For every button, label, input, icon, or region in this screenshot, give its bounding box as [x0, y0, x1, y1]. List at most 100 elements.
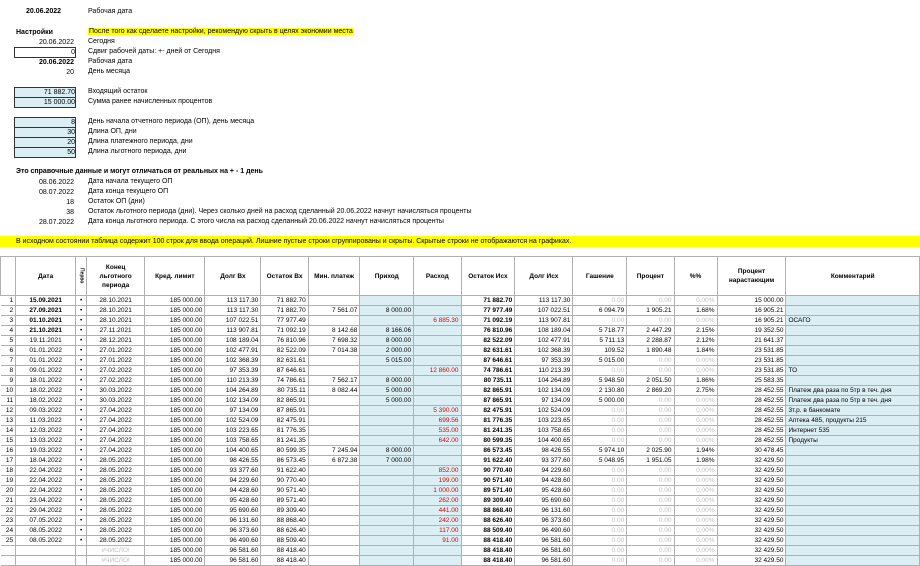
interest-cumulative-cell[interactable]: 28 452.55 — [716, 395, 787, 406]
comment-cell[interactable] — [785, 305, 920, 316]
balance-in-cell[interactable]: 88 418.40 — [260, 555, 309, 566]
date-cell[interactable]: 27.09.2021 — [15, 305, 77, 316]
grace-end-cell[interactable]: 28.10.2021 — [86, 295, 146, 306]
repayment-cell[interactable]: 5 711.13 — [572, 335, 628, 346]
min-payment-cell[interactable] — [307, 395, 361, 406]
repayment-cell[interactable]: 5 718.77 — [572, 325, 628, 336]
credit-limit-cell[interactable]: 185 000.00 — [144, 515, 206, 526]
first-flag-cell[interactable]: • — [75, 465, 88, 476]
date-cell[interactable]: 13.03.2022 — [15, 435, 77, 446]
balance-in-cell[interactable]: 90 770.40 — [260, 475, 309, 486]
interest-cell[interactable]: 0.00 — [626, 295, 675, 306]
date-cell[interactable]: 01.01.2022 — [15, 345, 77, 356]
balance-out-cell[interactable]: 87 865.91 — [460, 395, 516, 406]
credit-limit-cell[interactable]: 185 000.00 — [144, 465, 206, 476]
balance-in-cell[interactable]: 89 309.40 — [260, 505, 309, 516]
income-cell[interactable] — [359, 475, 415, 486]
balance-out-cell[interactable]: 71 092.19 — [460, 315, 516, 326]
expense-cell[interactable] — [413, 455, 462, 466]
debt-in-cell[interactable]: 96 581.60 — [204, 545, 262, 556]
expense-cell[interactable] — [413, 335, 462, 346]
comment-cell[interactable]: 3т.р. в банкомате — [785, 405, 920, 416]
col-header[interactable]: Остаток Исх — [460, 256, 516, 296]
interest-cumulative-cell[interactable]: 23 531.85 — [716, 345, 787, 356]
comment-cell[interactable] — [785, 355, 920, 366]
min-payment-cell[interactable] — [307, 495, 361, 506]
interest-percent-cell[interactable]: 0.00% — [673, 525, 718, 536]
interest-cell[interactable]: 2 025.90 — [626, 445, 675, 456]
expense-cell[interactable] — [413, 445, 462, 456]
col-header[interactable]: Расход — [413, 256, 462, 296]
repayment-cell[interactable]: 0.00 — [572, 535, 628, 546]
interest-cell[interactable]: 0.00 — [626, 495, 675, 506]
interest-cell[interactable]: 0.00 — [626, 465, 675, 476]
balance-out-cell[interactable]: 88 626.40 — [460, 515, 516, 526]
debt-out-cell[interactable]: 110 213.39 — [514, 365, 574, 376]
balance-in-cell[interactable]: 81 241.35 — [260, 435, 309, 446]
interest-percent-cell[interactable]: 0.00% — [673, 295, 718, 306]
balance-out-cell[interactable]: 80 735.11 — [460, 375, 516, 386]
expense-cell[interactable]: 535.00 — [413, 425, 462, 436]
first-flag-cell[interactable]: • — [75, 365, 88, 376]
comment-cell[interactable]: ТО — [785, 365, 920, 376]
work-date-value[interactable]: 20.06.2022 — [14, 58, 74, 67]
balance-out-cell[interactable]: 74 786.61 — [460, 365, 516, 376]
debt-out-cell[interactable]: 96 581.60 — [514, 535, 574, 546]
debt-in-cell[interactable]: 103 758.65 — [204, 435, 262, 446]
grace-end-cell[interactable]: 28.05.2022 — [86, 515, 146, 526]
min-payment-cell[interactable]: 7 561.07 — [307, 305, 361, 316]
min-payment-cell[interactable]: 7 562.17 — [307, 375, 361, 386]
grace-end-cell[interactable]: #ЧИСЛО! — [86, 555, 146, 566]
col-header[interactable]: Остаток Вх — [260, 256, 309, 296]
credit-limit-cell[interactable]: 185 000.00 — [144, 355, 206, 366]
repayment-cell[interactable]: 0.00 — [572, 415, 628, 426]
expense-cell[interactable] — [413, 555, 462, 566]
income-cell[interactable]: 2 000.00 — [359, 345, 415, 356]
min-payment-cell[interactable] — [307, 475, 361, 486]
debt-out-cell[interactable]: 96 490.60 — [514, 525, 574, 536]
min-payment-cell[interactable] — [307, 505, 361, 516]
interest-cell[interactable]: 1 890.48 — [626, 345, 675, 356]
expense-cell[interactable]: 6 885.30 — [413, 315, 462, 326]
first-flag-cell[interactable]: • — [75, 455, 88, 466]
debt-in-cell[interactable]: 97 353.39 — [204, 365, 262, 376]
debt-in-cell[interactable]: 96 373.60 — [204, 525, 262, 536]
balance-in-cell[interactable]: 71 882.70 — [260, 305, 309, 316]
comment-cell[interactable]: Интернет 535 — [785, 425, 920, 436]
first-flag-cell[interactable] — [75, 545, 88, 556]
col-header[interactable]: Кред. лимит — [144, 256, 206, 296]
date-cell[interactable]: 01.10.2021 — [15, 315, 77, 326]
grace-end-cell[interactable]: 28.05.2022 — [86, 505, 146, 516]
interest-cumulative-cell[interactable]: 32 429.50 — [716, 475, 787, 486]
date-cell[interactable]: 18.02.2022 — [15, 395, 77, 406]
debt-in-cell[interactable]: 97 134.09 — [204, 405, 262, 416]
expense-cell[interactable]: 91.00 — [413, 535, 462, 546]
expense-cell[interactable]: 12 860.00 — [413, 365, 462, 376]
balance-in-cell[interactable]: 77 977.49 — [260, 315, 309, 326]
col-header[interactable]: Дата — [15, 256, 77, 296]
interest-percent-cell[interactable]: 0.00% — [673, 545, 718, 556]
min-payment-cell[interactable] — [307, 315, 361, 326]
comment-cell[interactable] — [785, 455, 920, 466]
interest-cumulative-cell[interactable]: 28 452.55 — [716, 405, 787, 416]
balance-out-cell[interactable]: 86 573.45 — [460, 445, 516, 456]
debt-in-cell[interactable]: 104 264.89 — [204, 385, 262, 396]
balance-in-cell[interactable]: 82 865.91 — [260, 395, 309, 406]
credit-limit-cell[interactable]: 185 000.00 — [144, 395, 206, 406]
comment-cell[interactable] — [785, 485, 920, 496]
interest-cell[interactable]: 0.00 — [626, 415, 675, 426]
comment-cell[interactable]: Платеж два раза по 5тр в теч. дня — [785, 385, 920, 396]
interest-cell[interactable]: 0.00 — [626, 525, 675, 536]
interest-percent-cell[interactable]: 0.00% — [673, 425, 718, 436]
balance-out-cell[interactable]: 88 418.40 — [460, 555, 516, 566]
interest-cumulative-cell[interactable]: 32 429.50 — [716, 535, 787, 546]
date-cell[interactable] — [15, 545, 77, 556]
income-cell[interactable]: 8 000.00 — [359, 445, 415, 456]
credit-limit-cell[interactable]: 185 000.00 — [144, 505, 206, 516]
date-cell[interactable]: 23.04.2022 — [15, 495, 77, 506]
debt-out-cell[interactable]: 97 134.09 — [514, 395, 574, 406]
interest-cumulative-cell[interactable]: 16 905.21 — [716, 305, 787, 316]
income-cell[interactable] — [359, 465, 415, 476]
today-value[interactable]: 20.06.2022 — [14, 38, 74, 47]
min-payment-cell[interactable] — [307, 515, 361, 526]
